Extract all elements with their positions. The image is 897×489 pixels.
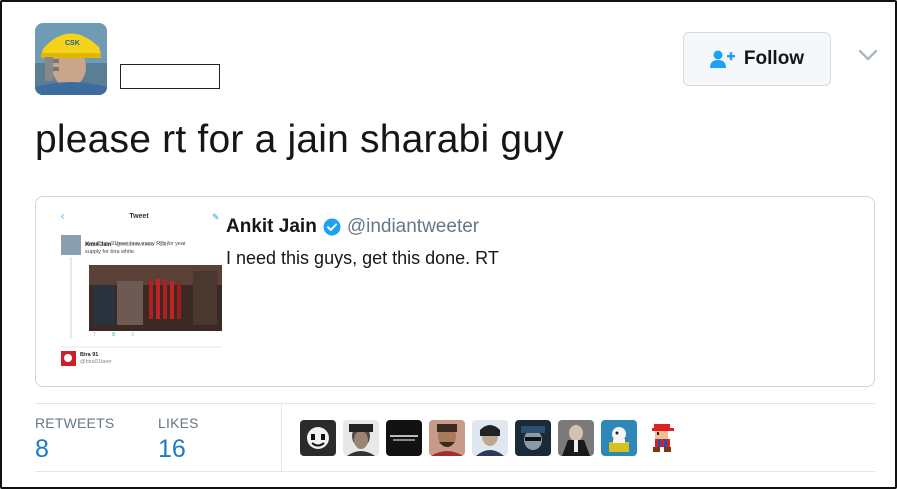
profile-avatar[interactable]: CSK [35, 23, 107, 95]
liker-avatar-2[interactable] [343, 420, 379, 456]
thumb-reply-name: Bira 91 [80, 352, 99, 358]
stats-divider-vertical [281, 403, 282, 471]
liker-avatar-7[interactable] [558, 420, 594, 456]
redacted-username [120, 64, 220, 89]
verified-badge-icon [323, 218, 341, 236]
liker-avatar-6[interactable] [515, 420, 551, 456]
thumb-text-line1: Hey @bira91beer how many RTs for year [85, 241, 186, 247]
likes-stat[interactable]: LIKES 16 [158, 415, 199, 464]
retweets-count: 8 [35, 435, 49, 463]
thumb-action-replies: 7 [93, 332, 97, 338]
likes-count: 16 [158, 435, 186, 463]
quoted-author-handle[interactable]: @indiantweeter [347, 216, 479, 238]
liker-avatar-8[interactable] [601, 420, 637, 456]
follow-label: Follow [743, 48, 805, 69]
liker-avatar-4[interactable] [429, 420, 465, 456]
retweets-label: RETWEETS [35, 415, 115, 431]
thumb-reply-handle: @bira91beer [80, 359, 112, 365]
liker-avatars [300, 420, 680, 456]
quoted-tweet-text: I need this guys, get this done. RT [226, 248, 499, 268]
tweet-text: please rt for a jain sharabi guy [35, 118, 564, 161]
thumb-text-line2: supply for bira white. [85, 249, 136, 255]
thumb-action-retweets: 8 [112, 332, 116, 338]
compose-icon: ✎ [212, 212, 220, 222]
add-person-icon [709, 50, 736, 68]
stats-divider-top [35, 403, 875, 404]
svg-text:CSK: CSK [65, 40, 80, 47]
retweets-stat[interactable]: RETWEETS 8 [35, 415, 114, 464]
likes-label: LIKES [158, 415, 199, 431]
liker-avatar-5[interactable] [472, 420, 508, 456]
thumb-action-likes: 2 [131, 332, 135, 338]
tweet-card: CSK Follow please rt for a jain sharabi … [0, 0, 897, 489]
stats-divider-bottom [35, 471, 875, 472]
follow-button[interactable]: Follow [683, 32, 831, 86]
quoted-author-name[interactable]: Ankit Jain [226, 216, 317, 238]
liker-avatar-9[interactable] [644, 420, 680, 456]
thumb-header: Tweet [129, 213, 149, 220]
liker-avatar-3[interactable] [386, 420, 422, 456]
quoted-media-thumbnail[interactable]: ‹ Tweet ✎ Ankit Jain @indiantweeter · 10… [53, 211, 225, 369]
quoted-tweet[interactable]: ‹ Tweet ✎ Ankit Jain @indiantweeter · 10… [35, 196, 875, 387]
liker-avatar-1[interactable] [300, 420, 336, 456]
chevron-down-icon[interactable] [857, 47, 879, 63]
quoted-author[interactable]: Ankit Jain @indiantweeter [226, 216, 479, 238]
thumb-actions: 7 8 2 [93, 332, 134, 338]
